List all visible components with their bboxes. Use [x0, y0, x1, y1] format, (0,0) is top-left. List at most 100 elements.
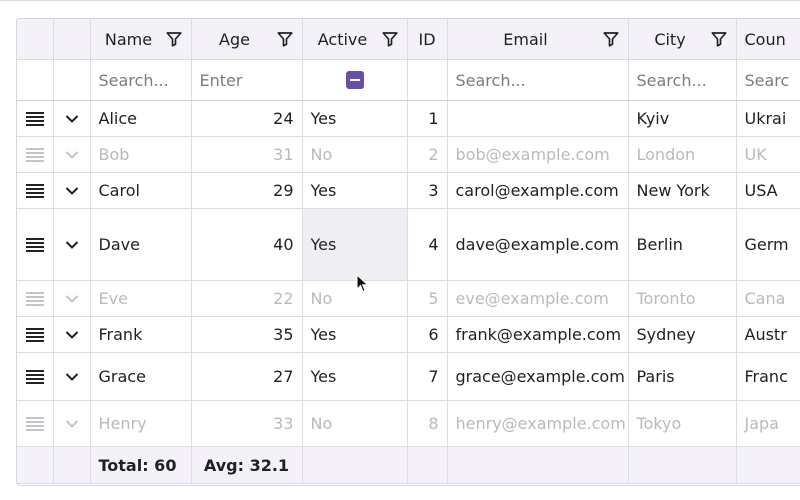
cell-id[interactable]: 5: [407, 280, 448, 317]
cell-age[interactable]: 40: [191, 208, 303, 281]
header-age[interactable]: Age: [191, 19, 303, 60]
cell-active[interactable]: No: [302, 280, 408, 317]
cell-active[interactable]: Yes: [302, 100, 408, 137]
cell-email[interactable]: carol@example.com: [447, 172, 629, 209]
chevron-down-icon[interactable]: [65, 372, 79, 382]
table-row[interactable]: Eve 22 No 5 eve@example.com Toronto Cana: [17, 280, 800, 317]
name-search-input[interactable]: [98, 70, 183, 90]
chevron-down-icon[interactable]: [65, 294, 79, 304]
cell-id[interactable]: 6: [407, 316, 448, 353]
table-row[interactable]: Grace 27 Yes 7 grace@example.com Paris Franc: [17, 352, 800, 401]
cell-email[interactable]: [447, 100, 629, 137]
cell-age[interactable]: 22: [191, 280, 303, 317]
cell-city[interactable]: New York: [628, 172, 737, 209]
cell-age[interactable]: 33: [191, 400, 303, 447]
table-row[interactable]: Frank 35 Yes 6 frank@example.com Sydney Austr: [17, 316, 800, 353]
header-id[interactable]: ID: [407, 19, 448, 60]
cell-name[interactable]: Frank: [90, 316, 192, 353]
cell-country[interactable]: UK: [736, 136, 800, 173]
header-city[interactable]: City: [628, 19, 737, 60]
cell-name[interactable]: Grace: [90, 352, 192, 401]
chevron-down-icon[interactable]: [65, 330, 79, 340]
cell-email[interactable]: grace@example.com: [447, 352, 629, 401]
cell-active[interactable]: Yes: [302, 172, 408, 209]
cell-country[interactable]: Cana: [736, 280, 800, 317]
header-email[interactable]: Email: [447, 19, 629, 60]
header-active[interactable]: Active: [302, 19, 408, 60]
cell-email[interactable]: dave@example.com: [447, 208, 629, 281]
drag-handle-icon[interactable]: [25, 327, 44, 342]
cell-city[interactable]: London: [628, 136, 737, 173]
cell-age[interactable]: 31: [191, 136, 303, 173]
cell-id[interactable]: 2: [407, 136, 448, 173]
table-row[interactable]: Carol 29 Yes 3 carol@example.com New York USA: [17, 172, 800, 209]
cell-active[interactable]: Yes: [302, 352, 408, 401]
drag-handle-icon[interactable]: [25, 111, 44, 126]
cell-city[interactable]: Tokyo: [628, 400, 737, 447]
drag-handle-icon[interactable]: [25, 291, 44, 306]
table-row[interactable]: Dave 40 Yes 4 dave@example.com Berlin Germ: [17, 208, 800, 281]
cell-id[interactable]: 8: [407, 400, 448, 447]
cell-country[interactable]: Franc: [736, 352, 800, 401]
age-filter-input[interactable]: [199, 70, 294, 90]
indeterminate-checkbox-icon[interactable]: [345, 71, 364, 89]
cell-active[interactable]: Yes: [302, 208, 408, 281]
cell-active[interactable]: Yes: [302, 316, 408, 353]
cell-age[interactable]: 35: [191, 316, 303, 353]
table-row[interactable]: Bob 31 No 2 bob@example.com London UK: [17, 136, 800, 173]
cell-name[interactable]: Bob: [90, 136, 192, 173]
footer-age: Avg: 32.1: [191, 446, 303, 484]
drag-handle-icon[interactable]: [25, 183, 44, 198]
header-country[interactable]: Coun: [736, 19, 800, 60]
cell-id[interactable]: 1: [407, 100, 448, 137]
cell-country[interactable]: Austr: [736, 316, 800, 353]
drag-handle-icon[interactable]: [25, 147, 44, 162]
cell-name[interactable]: Dave: [90, 208, 192, 281]
table-row[interactable]: Henry 33 No 8 henry@example.com Tokyo Japa: [17, 400, 800, 447]
filter-icon[interactable]: [276, 30, 294, 48]
cell-country[interactable]: Japa: [736, 400, 800, 447]
country-search-input[interactable]: [744, 70, 800, 90]
chevron-down-icon[interactable]: [65, 186, 79, 196]
cell-name[interactable]: Alice: [90, 100, 192, 137]
chevron-down-icon[interactable]: [65, 150, 79, 160]
cell-id[interactable]: 7: [407, 352, 448, 401]
cell-name[interactable]: Eve: [90, 280, 192, 317]
cell-email[interactable]: frank@example.com: [447, 316, 629, 353]
drag-handle-icon[interactable]: [25, 416, 44, 431]
drag-handle-icon[interactable]: [25, 237, 44, 252]
cell-age[interactable]: 27: [191, 352, 303, 401]
cell-email[interactable]: eve@example.com: [447, 280, 629, 317]
header-name[interactable]: Name: [90, 19, 192, 60]
cell-country[interactable]: Germ: [736, 208, 800, 281]
cell-id[interactable]: 4: [407, 208, 448, 281]
chevron-down-icon[interactable]: [65, 419, 79, 429]
cell-age[interactable]: 24: [191, 100, 303, 137]
drag-handle-icon[interactable]: [25, 369, 44, 384]
filter-icon[interactable]: [165, 30, 183, 48]
email-search-input[interactable]: [455, 70, 620, 90]
city-search-input[interactable]: [636, 70, 728, 90]
cell-id[interactable]: 3: [407, 172, 448, 209]
chevron-down-icon[interactable]: [65, 240, 79, 250]
cell-age[interactable]: 29: [191, 172, 303, 209]
table-row[interactable]: Alice 24 Yes 1 Kyiv Ukrai: [17, 100, 800, 137]
cell-active[interactable]: No: [302, 400, 408, 447]
filter-icon[interactable]: [602, 30, 620, 48]
cell-city[interactable]: Kyiv: [628, 100, 737, 137]
cell-city[interactable]: Toronto: [628, 280, 737, 317]
cell-city[interactable]: Berlin: [628, 208, 737, 281]
cell-email[interactable]: bob@example.com: [447, 136, 629, 173]
filter-icon[interactable]: [710, 30, 728, 48]
cell-email[interactable]: henry@example.com: [447, 400, 629, 447]
cell-country[interactable]: Ukrai: [736, 100, 800, 137]
cell-active[interactable]: No: [302, 136, 408, 173]
cell-name[interactable]: Henry: [90, 400, 192, 447]
filter-icon[interactable]: [381, 30, 399, 48]
cell-city[interactable]: Sydney: [628, 316, 737, 353]
cell-name[interactable]: Carol: [90, 172, 192, 209]
footer-city: [628, 446, 737, 484]
chevron-down-icon[interactable]: [65, 114, 79, 124]
cell-city[interactable]: Paris: [628, 352, 737, 401]
cell-country[interactable]: USA: [736, 172, 800, 209]
